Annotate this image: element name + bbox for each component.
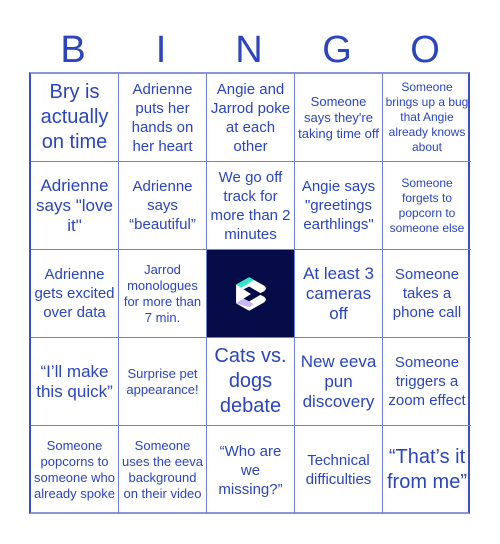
bingo-cell[interactable]: Someone triggers a zoom effect — [383, 338, 471, 426]
cell-text: Surprise pet appearance! — [126, 365, 199, 397]
cell-text: Bry is actually on time — [40, 81, 109, 153]
header-letter-i: I — [155, 29, 167, 71]
bingo-cell[interactable]: Someone uses the eeva background on thei… — [119, 426, 207, 514]
bingo-cell[interactable]: Adrienne puts her hands on her heart — [119, 74, 207, 162]
header-letter-o: O — [410, 29, 440, 71]
bingo-cell[interactable]: Adrienne says “beautiful” — [119, 162, 207, 250]
bingo-cell[interactable]: New eeva pun discovery — [295, 338, 383, 426]
bingo-cell[interactable]: Bry is actually on time — [31, 74, 119, 162]
cell-text: “That’s it from me” — [387, 446, 467, 493]
bingo-cell[interactable]: Surprise pet appearance! — [119, 338, 207, 426]
bingo-cell[interactable]: Someone brings up a bug that Angie alrea… — [383, 74, 471, 162]
bingo-cell[interactable]: Someone forgets to popcorn to someone el… — [383, 162, 471, 250]
cell-text: Adrienne gets excited over data — [34, 266, 115, 321]
cell-text: Someone popcorns to someone who already … — [34, 438, 115, 501]
cell-text: Adrienne puts her hands on her heart — [131, 80, 194, 155]
bingo-cell[interactable]: Cats vs. dogs debate — [207, 338, 295, 426]
bingo-cell[interactable]: “Who are we missing?” — [207, 426, 295, 514]
bingo-cell[interactable]: Technical difficulties — [295, 426, 383, 514]
cell-text: Someone brings up a bug that Angie alrea… — [385, 80, 469, 154]
bingo-cell[interactable]: Someone takes a phone call — [383, 250, 471, 338]
cell-text: Someone forgets to popcorn to someone el… — [389, 175, 465, 235]
bingo-cell[interactable]: “That’s it from me” — [383, 426, 471, 514]
cell-text: Someone says they're taking time off — [298, 93, 379, 141]
cell-text: Technical difficulties — [305, 452, 372, 488]
cell-text: We go off track for more than 2 minutes — [210, 168, 291, 243]
bingo-cell[interactable]: Adrienne gets excited over data — [31, 250, 119, 338]
cell-text: Adrienne says “beautiful” — [129, 178, 196, 233]
cell-text: Someone triggers a zoom effect — [388, 354, 466, 409]
bingo-cell[interactable]: Angie and Jarrod poke at each other — [207, 74, 295, 162]
bingo-header: B I N G O — [29, 28, 470, 72]
header-letter-g: G — [322, 29, 352, 71]
cell-text: Adrienne says "love it" — [36, 175, 113, 235]
bingo-grid: Bry is actually on time Adrienne puts he… — [29, 72, 471, 514]
free-space-cell[interactable] — [207, 250, 295, 338]
cell-text: At least 3 cameras off — [303, 263, 374, 323]
bingo-cell[interactable]: At least 3 cameras off — [295, 250, 383, 338]
bingo-cell[interactable]: Jarrod monologues for more than 7 min. — [119, 250, 207, 338]
cell-text: “Who are we missing?” — [218, 442, 283, 498]
cell-text: Jarrod monologues for more than 7 min. — [123, 261, 202, 325]
cell-text: Angie says "greetings earthlings" — [301, 178, 376, 233]
header-letter-b: B — [60, 29, 86, 71]
bingo-cell[interactable]: Angie says "greetings earthlings" — [295, 162, 383, 250]
cell-text: “I’ll make this quick” — [36, 361, 113, 401]
bingo-cell[interactable]: Someone popcorns to someone who already … — [31, 426, 119, 514]
bingo-cell[interactable]: We go off track for more than 2 minutes — [207, 162, 295, 250]
cell-text: Cats vs. dogs debate — [214, 345, 287, 417]
bingo-cell[interactable]: Adrienne says "love it" — [31, 162, 119, 250]
cell-text: Someone uses the eeva background on thei… — [122, 438, 203, 501]
bingo-cell[interactable]: “I’ll make this quick” — [31, 338, 119, 426]
header-letter-n: N — [235, 29, 263, 71]
eeva-logo-icon — [235, 276, 266, 311]
cell-text: Angie and Jarrod poke at each other — [210, 80, 291, 155]
cell-text: Someone takes a phone call — [392, 266, 462, 321]
cell-text: New eeva pun discovery — [300, 351, 377, 411]
bingo-cell[interactable]: Someone says they're taking time off — [295, 74, 383, 162]
